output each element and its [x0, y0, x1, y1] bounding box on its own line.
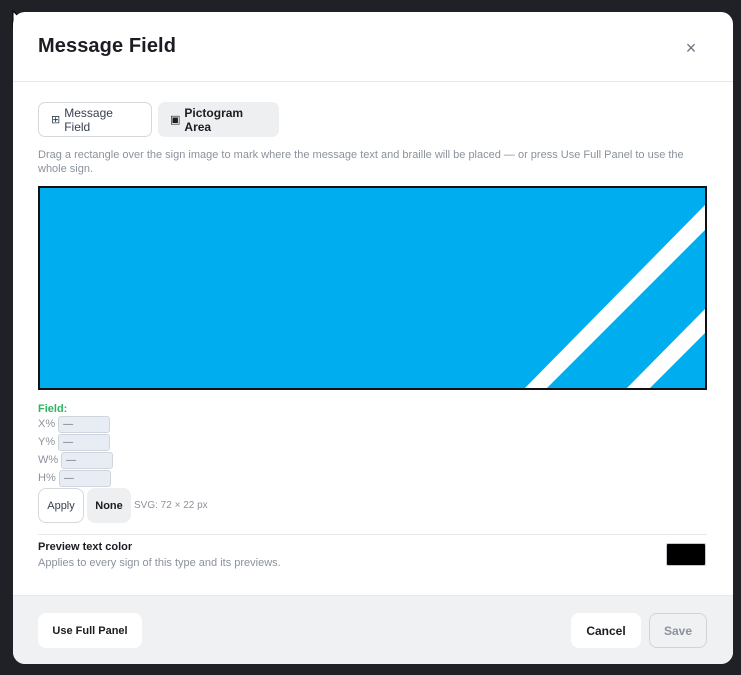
field-y-row: Y%: [38, 433, 111, 451]
field-x-input[interactable]: [58, 415, 111, 433]
field-w-input[interactable]: [61, 451, 114, 469]
field-x-row: X%: [38, 415, 111, 433]
dialog-footer: Use Full Panel Cancel Save: [13, 595, 733, 664]
use-full-panel-button[interactable]: Use Full Panel: [38, 613, 142, 648]
sign-image-canvas[interactable]: [38, 186, 707, 390]
close-icon[interactable]: ×: [681, 38, 701, 58]
apply-button[interactable]: Apply: [38, 488, 84, 523]
field-w-row: W%: [38, 451, 114, 469]
preview-color-subtitle: Applies to every sign of this type and i…: [38, 557, 281, 569]
field-y-input[interactable]: [58, 433, 111, 451]
field-h-row: H%: [38, 469, 111, 487]
preview-color-swatch[interactable]: [666, 543, 706, 566]
tab-message-field[interactable]: ⊞ Message Field: [38, 102, 152, 137]
svg-size-readout: SVG: 72 × 22 px: [134, 500, 208, 511]
section-divider: [38, 534, 707, 535]
cancel-button[interactable]: Cancel: [571, 613, 641, 648]
none-button[interactable]: None: [87, 488, 131, 523]
tab-label: Message Field: [64, 105, 113, 134]
square-icon: ▣: [170, 114, 181, 126]
dialog-title: Message Field: [38, 35, 177, 57]
grid-icon: ⊞: [51, 114, 61, 126]
instructions-text: Drag a rectangle over the sign image to …: [38, 149, 684, 175]
field-w-label: W%: [38, 454, 59, 466]
tab-label: Pictogram Area: [184, 105, 244, 134]
tab-pictogram-area[interactable]: ▣ Pictogram Area: [158, 102, 279, 137]
field-label: Field:: [38, 403, 68, 415]
dialog-header: Message Field ×: [13, 12, 733, 82]
field-y-label: Y%: [38, 436, 56, 448]
save-button[interactable]: Save: [649, 613, 707, 648]
field-x-label: X%: [38, 418, 56, 430]
sign-background: [40, 188, 705, 388]
field-h-label: H%: [38, 472, 56, 484]
preview-color-title: Preview text color: [38, 541, 133, 553]
message-field-dialog: Message Field × ⊞ Message Field ▣ Pictog…: [13, 12, 733, 664]
field-h-input[interactable]: [58, 469, 111, 487]
sign-image: [40, 188, 705, 388]
